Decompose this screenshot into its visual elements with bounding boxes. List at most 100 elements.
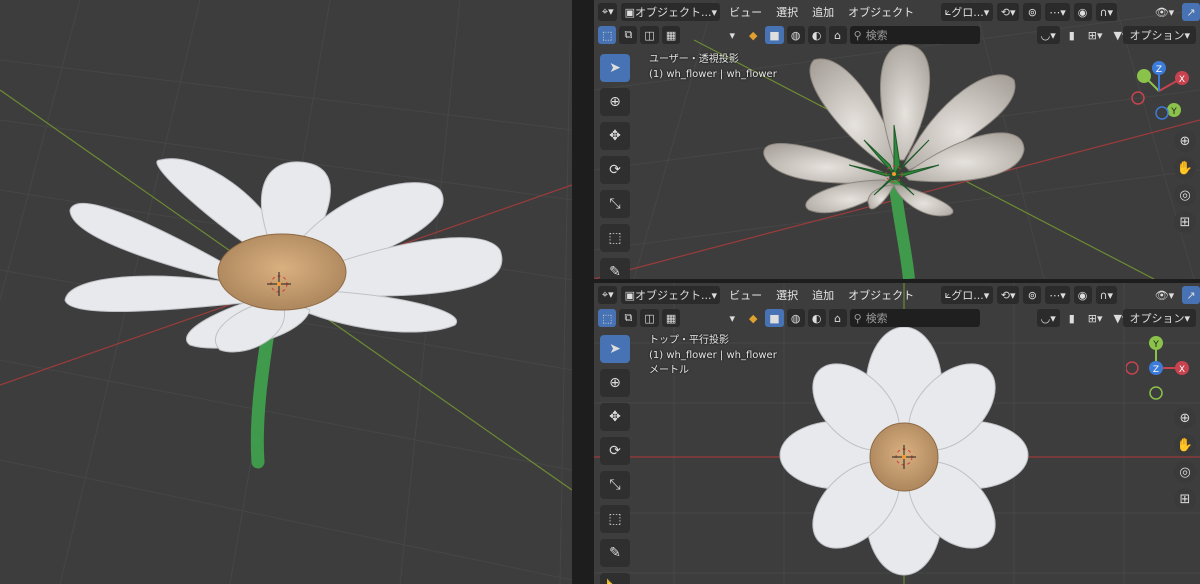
snap-button[interactable]: ⊚ bbox=[1023, 286, 1042, 304]
editor-type-button[interactable]: ⌖▾ bbox=[598, 286, 618, 304]
annotate-tool[interactable]: ✎ bbox=[600, 258, 630, 279]
navigation-gizmo[interactable]: X Z Y bbox=[1126, 58, 1192, 124]
gizmo-icon: ↗ bbox=[1186, 288, 1196, 302]
pan-button[interactable]: ✋ bbox=[1174, 434, 1196, 456]
cursor-tool[interactable]: ⊕ bbox=[600, 369, 630, 397]
annotate-tool[interactable]: ✎ bbox=[600, 539, 630, 567]
options-button[interactable]: オプション ▾ bbox=[1123, 26, 1196, 44]
select-box-tool[interactable]: ➤ bbox=[600, 335, 630, 363]
material-preview-icon[interactable]: ◆ bbox=[744, 26, 762, 44]
mode-select[interactable]: ▣ オブジェクト... ▾ bbox=[621, 3, 721, 21]
area-divider-vertical[interactable] bbox=[572, 0, 594, 584]
rotate-tool[interactable]: ⟳ bbox=[600, 156, 630, 184]
visibility-button[interactable]: 👁▾ bbox=[1151, 3, 1178, 21]
bookmark-button[interactable]: ▮ bbox=[1063, 309, 1081, 327]
scale-tool[interactable]: ⤡ bbox=[600, 471, 630, 499]
shading-dropdown[interactable]: ▾ bbox=[723, 309, 741, 327]
viewport-top-ortho[interactable]: ⌖▾ ▣ オブジェクト... ▾ ビュー 選択 追加 オブジェクト ⟀ グロ..… bbox=[594, 283, 1200, 584]
filter-toggle[interactable]: ◡▾ bbox=[1036, 309, 1060, 327]
pivot-button[interactable]: ⟲▾ bbox=[996, 3, 1020, 21]
pivot-button[interactable]: ⟲▾ bbox=[996, 286, 1020, 304]
options-button[interactable]: オプション ▾ bbox=[1123, 309, 1196, 327]
viewport-perspective-main[interactable] bbox=[0, 0, 572, 584]
shading-solid[interactable]: ■ bbox=[765, 309, 784, 327]
move-tool[interactable]: ✥ bbox=[600, 122, 630, 150]
select-mode-subtract[interactable]: ◫ bbox=[640, 26, 659, 44]
proportional-edit-button[interactable]: ◉ bbox=[1073, 286, 1092, 304]
falloff-button[interactable]: ∩▾ bbox=[1095, 3, 1117, 21]
menu-add[interactable]: 追加 bbox=[807, 287, 839, 303]
search-input[interactable]: ⚲ 検索 bbox=[849, 26, 980, 44]
scale-icon: ⤡ bbox=[609, 477, 621, 493]
rotate-tool[interactable]: ⟳ bbox=[600, 437, 630, 465]
select-mode-extend[interactable]: ⧉ bbox=[619, 26, 638, 44]
menu-object[interactable]: オブジェクト bbox=[843, 287, 919, 303]
orientation-select[interactable]: ⟀ グロ... ▾ bbox=[941, 3, 993, 21]
object-line: (1) wh_flower | wh_flower bbox=[649, 350, 777, 361]
snap-button[interactable]: ⊚ bbox=[1023, 3, 1042, 21]
search-placeholder: 検索 bbox=[865, 29, 888, 42]
hierarchy-button[interactable]: ⊞▾ bbox=[1084, 26, 1107, 44]
eye-icon: 👁▾ bbox=[1154, 5, 1175, 19]
orientation-select[interactable]: ⟀ グロ... ▾ bbox=[941, 286, 993, 304]
shading-material[interactable]: ◍ bbox=[786, 309, 805, 327]
select-new-icon: ⬚ bbox=[602, 28, 613, 42]
measure-tool[interactable]: 📐 bbox=[600, 573, 630, 584]
select-mode-subtract[interactable]: ◫ bbox=[640, 309, 659, 327]
snap-settings-button[interactable]: ⋯▾ bbox=[1045, 286, 1070, 304]
material-preview-icon[interactable]: ◆ bbox=[744, 309, 762, 327]
snap-settings-button[interactable]: ⋯▾ bbox=[1045, 3, 1070, 21]
ortho-toggle[interactable]: ⊞ bbox=[1174, 488, 1196, 510]
shading-material[interactable]: ◍ bbox=[786, 26, 805, 44]
move-icon: ✥ bbox=[609, 128, 621, 144]
shading-rendered[interactable]: ◐ bbox=[807, 309, 826, 327]
zoom-button[interactable]: ⊕ bbox=[1174, 130, 1196, 152]
select-box-tool[interactable]: ➤ bbox=[600, 54, 630, 82]
transform-tool[interactable]: ⬚ bbox=[600, 505, 630, 533]
mode-select[interactable]: ▣ オブジェクト... ▾ bbox=[621, 286, 721, 304]
menu-add[interactable]: 追加 bbox=[807, 4, 839, 20]
falloff-button[interactable]: ∩▾ bbox=[1095, 286, 1117, 304]
zoom-button[interactable]: ⊕ bbox=[1174, 407, 1196, 429]
shading-solid[interactable]: ■ bbox=[765, 26, 784, 44]
cursor-tool[interactable]: ⊕ bbox=[600, 88, 630, 116]
proportional-edit-button[interactable]: ◉ bbox=[1073, 3, 1092, 21]
axis-y-neg-icon[interactable] bbox=[1137, 69, 1151, 83]
select-mode-new[interactable]: ⬚ bbox=[598, 309, 617, 327]
pan-button[interactable]: ✋ bbox=[1174, 157, 1196, 179]
hierarchy-button[interactable]: ⊞▾ bbox=[1084, 309, 1107, 327]
shading-wire[interactable]: ⌂ bbox=[828, 309, 847, 327]
filter-toggle[interactable]: ◡▾ bbox=[1036, 26, 1060, 44]
select-mode-new[interactable]: ⬚ bbox=[598, 26, 617, 44]
shading-wire[interactable]: ⌂ bbox=[828, 26, 847, 44]
menu-object[interactable]: オブジェクト bbox=[843, 4, 919, 20]
visibility-button[interactable]: 👁▾ bbox=[1151, 286, 1178, 304]
shading-dropdown[interactable]: ▾ bbox=[723, 26, 741, 44]
bookmark-button[interactable]: ▮ bbox=[1063, 26, 1081, 44]
viewport-user-perspective[interactable]: ⌖▾ ▣ オブジェクト... ▾ ビュー 選択 追加 オブジェクト ⟀ グロ..… bbox=[594, 0, 1200, 279]
menu-select[interactable]: 選択 bbox=[771, 4, 803, 20]
navigation-gizmo[interactable]: Y X Z bbox=[1126, 333, 1192, 403]
scale-tool[interactable]: ⤡ bbox=[600, 190, 630, 218]
select-mode-extend[interactable]: ⧉ bbox=[619, 309, 638, 327]
select-mode-invert[interactable]: ▦ bbox=[661, 309, 681, 327]
gizmo-toggle[interactable]: ↗ bbox=[1182, 3, 1200, 21]
select-mode-invert[interactable]: ▦ bbox=[661, 26, 681, 44]
camera-button[interactable]: ◎ bbox=[1174, 184, 1196, 206]
ortho-toggle[interactable]: ⊞ bbox=[1174, 211, 1196, 233]
camera-button[interactable]: ◎ bbox=[1174, 461, 1196, 483]
move-tool[interactable]: ✥ bbox=[600, 403, 630, 431]
gizmo-toggle[interactable]: ↗ bbox=[1182, 286, 1200, 304]
search-input[interactable]: ⚲ 検索 bbox=[849, 309, 980, 327]
editor-type-button[interactable]: ⌖▾ bbox=[598, 3, 618, 21]
mode-label: オブジェクト... bbox=[635, 6, 712, 19]
menu-select[interactable]: 選択 bbox=[771, 287, 803, 303]
menu-view[interactable]: ビュー bbox=[724, 4, 767, 20]
filter-icon: ◡▾ bbox=[1040, 311, 1056, 325]
snap-icon: ⊚ bbox=[1027, 288, 1037, 302]
select-subtract-icon: ◫ bbox=[644, 28, 655, 42]
shading-rendered[interactable]: ◐ bbox=[807, 26, 826, 44]
menu-view[interactable]: ビュー bbox=[724, 287, 767, 303]
transform-tool[interactable]: ⬚ bbox=[600, 224, 630, 252]
cursor-icon: ⊕ bbox=[609, 375, 621, 391]
